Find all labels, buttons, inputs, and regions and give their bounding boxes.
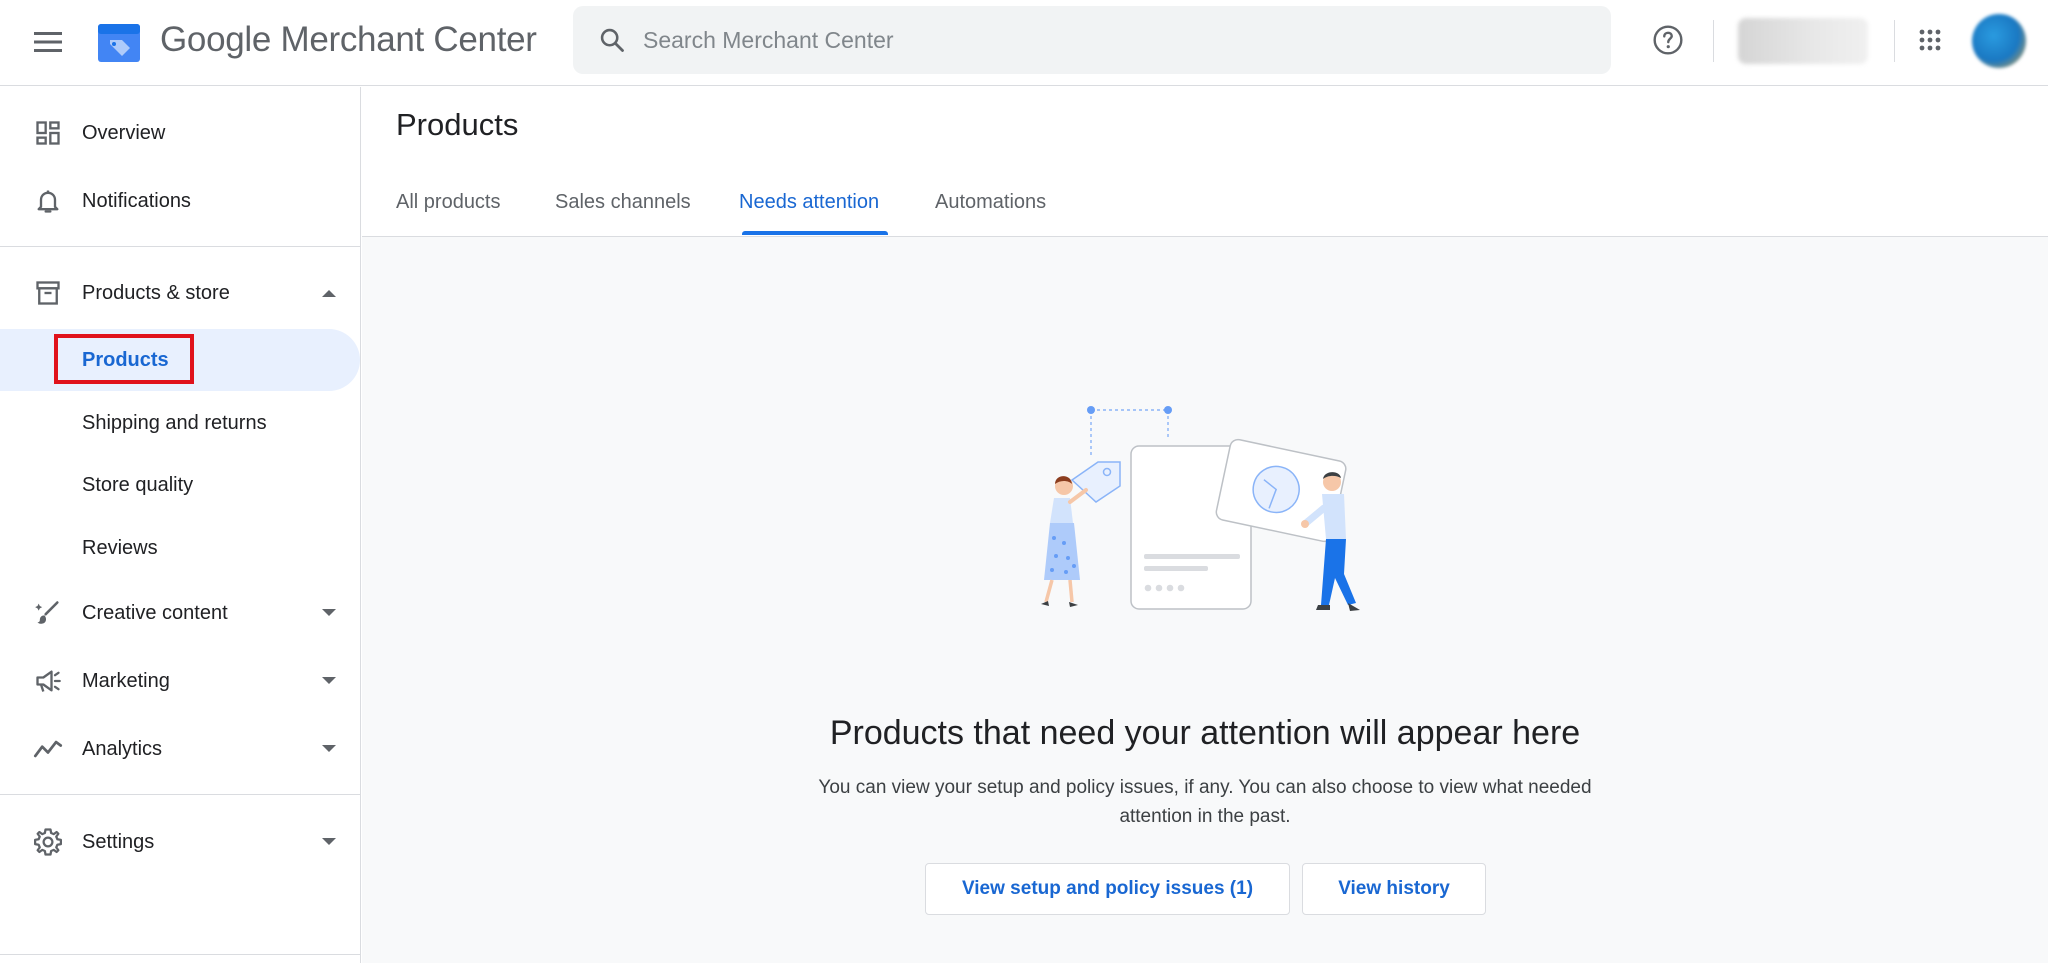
search-input[interactable] [643, 26, 1543, 54]
tab-needs-attention[interactable]: Needs attention [739, 191, 879, 214]
empty-state-illustration [1041, 406, 1360, 611]
brand-name: Google Merchant Center [160, 20, 537, 59]
sidebar-item-label: Products & store [82, 281, 230, 304]
tab-automations[interactable]: Automations [935, 191, 1046, 214]
sidebar-item-label: Settings [82, 830, 155, 853]
page-header: Products All products Sales channels Nee… [362, 87, 2048, 237]
search-bar[interactable] [573, 6, 1611, 74]
sidebar-item-notifications[interactable]: Notifications [0, 170, 360, 232]
top-app-bar: Google Merchant Center [0, 0, 2048, 86]
page-title: Products [396, 107, 519, 142]
sidebar-item-overview[interactable]: Overview [0, 102, 360, 164]
sidebar-item-shipping-returns[interactable]: Shipping and returns [0, 392, 360, 454]
apps-grid-icon [1919, 29, 1941, 51]
trending-icon [32, 733, 64, 765]
expand-caret-icon [320, 604, 338, 622]
sidebar-item-label: Reviews [82, 536, 158, 559]
view-history-button[interactable]: View history [1302, 863, 1486, 915]
highlight-annotation [54, 334, 194, 384]
empty-state-title: Products that need your attention will a… [829, 714, 1581, 752]
sidebar-item-reviews[interactable]: Reviews [0, 517, 360, 579]
tab-sales-channels[interactable]: Sales channels [555, 191, 691, 214]
sidebar-item-marketing[interactable]: Marketing [0, 650, 360, 712]
hamburger-menu-icon [34, 32, 62, 52]
sidebar-divider [0, 246, 360, 247]
dashboard-icon [32, 117, 64, 149]
sidebar-item-settings[interactable]: Settings [0, 811, 360, 873]
sidebar-bottom-divider [0, 954, 361, 955]
expand-caret-icon [320, 672, 338, 690]
view-setup-policy-issues-button[interactable]: View setup and policy issues (1) [925, 863, 1290, 915]
header-divider [1894, 20, 1895, 62]
main-menu-button[interactable] [28, 22, 68, 62]
collapse-caret-icon [320, 284, 338, 302]
google-apps-button[interactable] [1910, 20, 1950, 60]
sidebar-item-products-store[interactable]: Products & store [0, 262, 360, 324]
bell-icon [32, 185, 64, 217]
sidebar-item-label: Creative content [82, 601, 228, 624]
search-icon [595, 23, 629, 57]
sidebar-item-creative-content[interactable]: Creative content [0, 582, 360, 644]
sidebar-nav: Overview Notifications Products & store [0, 87, 361, 963]
merchant-center-logo-icon [98, 24, 140, 62]
active-tab-indicator [742, 231, 888, 235]
sidebar-item-label: Analytics [82, 737, 163, 760]
header-divider [1713, 20, 1714, 62]
sidebar-item-analytics[interactable]: Analytics [0, 718, 360, 780]
megaphone-icon [32, 665, 64, 697]
sidebar-item-label: Notifications [82, 189, 191, 212]
store-icon [32, 277, 64, 309]
sidebar-divider [0, 794, 360, 795]
expand-caret-icon [320, 740, 338, 758]
empty-state-description: You can view your setup and policy issue… [818, 777, 1592, 827]
brush-icon [32, 597, 64, 629]
sidebar-item-label: Shipping and returns [82, 411, 267, 434]
expand-caret-icon [320, 833, 338, 851]
user-avatar[interactable] [1972, 14, 2026, 68]
tab-all-products[interactable]: All products [396, 191, 501, 214]
sidebar-item-store-quality[interactable]: Store quality [0, 454, 360, 516]
help-button[interactable] [1648, 20, 1688, 60]
sidebar-item-label: Marketing [82, 669, 170, 692]
gear-icon [32, 826, 64, 858]
sidebar-item-label: Overview [82, 121, 166, 144]
help-icon [1653, 25, 1683, 55]
account-switcher[interactable] [1738, 18, 1868, 64]
sidebar-item-label: Store quality [82, 473, 194, 496]
